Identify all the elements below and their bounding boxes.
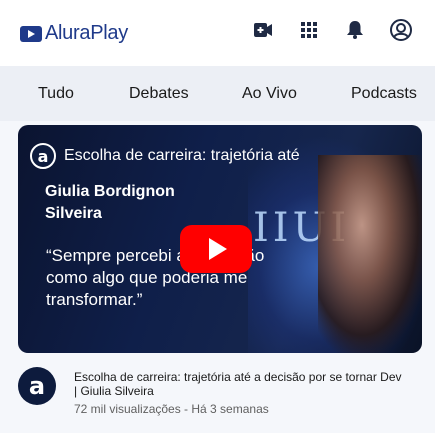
video-overlay-title[interactable]: Escolha de carreira: trajetória até — [64, 147, 300, 165]
apps-grid-icon[interactable] — [297, 18, 321, 42]
speaker-name: Giulia Bordignon Silveira — [45, 181, 175, 225]
video-title[interactable]: Escolha de carreira: trajetória até a de… — [74, 370, 404, 398]
top-actions — [251, 18, 413, 42]
play-button[interactable] — [180, 225, 252, 273]
speaker-photo — [318, 155, 422, 353]
video-stats: 72 mil visualizações - Há 3 semanas — [74, 402, 269, 416]
top-bar: AluraPlay — [0, 0, 435, 66]
upload-video-icon[interactable] — [251, 18, 275, 42]
chip-debates[interactable]: Debates — [129, 66, 189, 121]
brand-logo[interactable]: AluraPlay — [20, 22, 128, 45]
chip-tudo[interactable]: Tudo — [38, 66, 74, 121]
chip-podcasts[interactable]: Podcasts — [351, 66, 417, 121]
category-chips: Tudo Debates Ao Vivo Podcasts — [0, 66, 435, 121]
video-thumbnail[interactable]: IIUI a Escolha de carreira: trajetória a… — [18, 125, 422, 353]
speaker-name-line2: Silveira — [45, 205, 102, 222]
video-overlay-header: a Escolha de carreira: trajetória até — [30, 143, 300, 169]
channel-avatar[interactable]: a — [18, 367, 56, 405]
play-logo-icon — [20, 25, 42, 42]
speaker-name-line1: Giulia Bordignon — [45, 183, 175, 200]
brand-name: AluraPlay — [45, 22, 128, 44]
notifications-bell-icon[interactable] — [343, 18, 367, 42]
video-meta: a Escolha de carreira: trajetória até a … — [18, 365, 422, 425]
account-avatar-icon[interactable] — [389, 18, 413, 42]
chip-ao-vivo[interactable]: Ao Vivo — [242, 66, 297, 121]
channel-avatar[interactable]: a — [30, 143, 56, 169]
